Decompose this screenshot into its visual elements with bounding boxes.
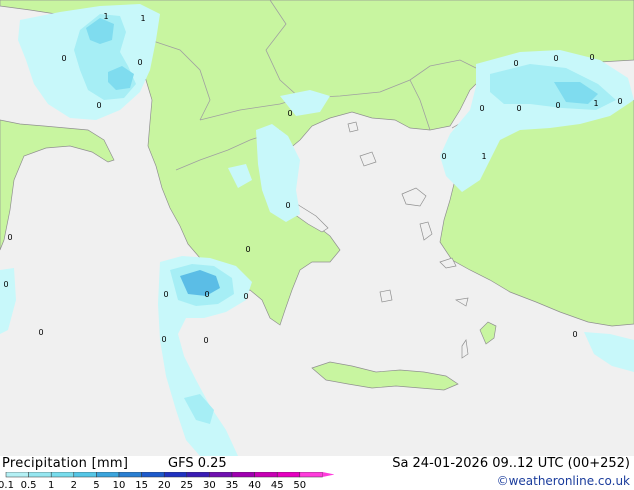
legend-swatches <box>5 472 334 478</box>
point-label: 0 <box>589 53 594 62</box>
point-label: 0 <box>555 101 560 110</box>
point-label: 0 <box>285 201 290 210</box>
legend-swatch <box>254 472 278 478</box>
point-label: 1 <box>593 99 598 108</box>
site-credit[interactable]: ©weatheronline.co.uk <box>497 474 630 488</box>
legend-swatch <box>276 472 301 478</box>
legend-swatch <box>96 472 120 478</box>
legend-ticks: 0.1 0.5 1 2 5 10 15 20 25 30 35 40 45 50 <box>0 480 306 490</box>
legend-tick-label: 40 <box>248 480 261 490</box>
legend-tick-label: 5 <box>93 480 99 490</box>
point-label: 0 <box>38 328 43 337</box>
legend-tick-label: 2 <box>71 480 77 490</box>
point-label: 0 <box>3 280 8 289</box>
legend-swatch <box>28 472 52 478</box>
point-label: 0 <box>617 97 622 106</box>
legend-swatch <box>50 472 75 478</box>
legend-swatch <box>73 472 97 478</box>
legend-tick-label: 20 <box>158 480 171 490</box>
point-label: 0 <box>243 292 248 301</box>
point-label: 0 <box>441 152 446 161</box>
legend-tick-label: 0.1 <box>0 480 14 490</box>
point-label: 0 <box>7 233 12 242</box>
legend-swatch <box>299 472 323 478</box>
point-label: 0 <box>161 335 166 344</box>
legend-tick-label: 50 <box>293 480 306 490</box>
legend-swatch <box>5 472 29 478</box>
point-label: 0 <box>572 330 577 339</box>
point-label: 0 <box>513 59 518 68</box>
legend-swatch <box>186 472 210 478</box>
legend-tick-label: 30 <box>203 480 216 490</box>
point-label: 0 <box>553 54 558 63</box>
legend-swatch <box>141 472 165 478</box>
legend-swatch <box>231 472 255 478</box>
valid-time: Sa 24-01-2026 09..12 UTC (00+252) <box>392 456 630 471</box>
legend-swatch <box>163 472 188 478</box>
point-label: 0 <box>516 104 521 113</box>
legend-tick-label: 10 <box>113 480 126 490</box>
legend-tick-label: 45 <box>271 480 284 490</box>
legend-arrow <box>322 472 334 477</box>
point-label: 0 <box>204 290 209 299</box>
point-label: 1 <box>103 12 108 21</box>
point-label: 0 <box>245 245 250 254</box>
point-label: 0 <box>203 336 208 345</box>
point-label: 0 <box>479 104 484 113</box>
legend-tick-label: 35 <box>226 480 239 490</box>
point-label: 1 <box>481 152 486 161</box>
product-title: Precipitation [mm] <box>2 456 129 471</box>
point-label: 0 <box>287 109 292 118</box>
legend-tick-label: 15 <box>135 480 148 490</box>
island-thasos <box>347 121 359 133</box>
point-label: 1 <box>140 14 145 23</box>
island-naxos <box>379 289 393 303</box>
legend-tick-label: 0.5 <box>21 480 37 490</box>
legend-swatch <box>209 472 233 478</box>
legend-tick-label: 1 <box>48 480 54 490</box>
point-label: 0 <box>137 58 142 67</box>
legend-swatch <box>118 472 142 478</box>
legend-tick-label: 25 <box>180 480 193 490</box>
precipitation-legend: 0.1 0.5 1 2 5 10 15 20 25 30 35 40 45 50 <box>0 472 334 490</box>
point-label: 0 <box>163 290 168 299</box>
point-label: 0 <box>61 54 66 63</box>
precipitation-map: 1 1 0 0 0 0 0 0 0 0 0 0 1 0 0 1 0 0 0 0 … <box>0 0 634 456</box>
model-name: GFS 0.25 <box>168 456 227 471</box>
point-label: 0 <box>96 101 101 110</box>
